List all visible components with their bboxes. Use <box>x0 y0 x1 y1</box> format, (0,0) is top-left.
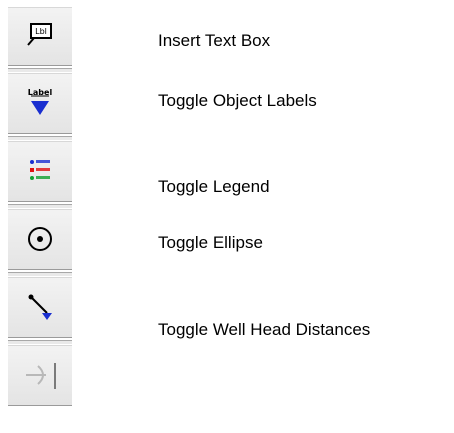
toggle-object-labels-button[interactable]: Label <box>8 72 72 134</box>
legend-icon <box>30 160 50 180</box>
toggle-ellipse-button[interactable] <box>8 208 72 270</box>
toolbar-strip: Lbl Label <box>8 0 74 433</box>
insert-text-box-label: Insert Text Box <box>158 31 271 50</box>
arrow-button[interactable] <box>8 344 72 406</box>
toggle-legend-button[interactable] <box>8 140 72 202</box>
toggle-ellipse-label: Toggle Ellipse <box>158 233 263 252</box>
toggle-well-head-distances-label: Toggle Well Head Distances <box>158 320 371 339</box>
object-labels-icon: Label <box>28 88 52 115</box>
toggle-legend-label: Toggle Legend <box>158 177 270 196</box>
arrow-right-icon <box>26 363 56 389</box>
svg-text:Lbl: Lbl <box>35 27 47 36</box>
toggle-object-labels-label: Toggle Object Labels <box>158 91 317 110</box>
insert-text-box-button[interactable]: Lbl <box>8 6 72 66</box>
well-head-distance-icon <box>28 294 52 320</box>
toggle-well-head-distances-button[interactable] <box>8 276 72 338</box>
ellipse-icon <box>28 227 52 251</box>
text-box-icon: Lbl <box>27 23 52 46</box>
